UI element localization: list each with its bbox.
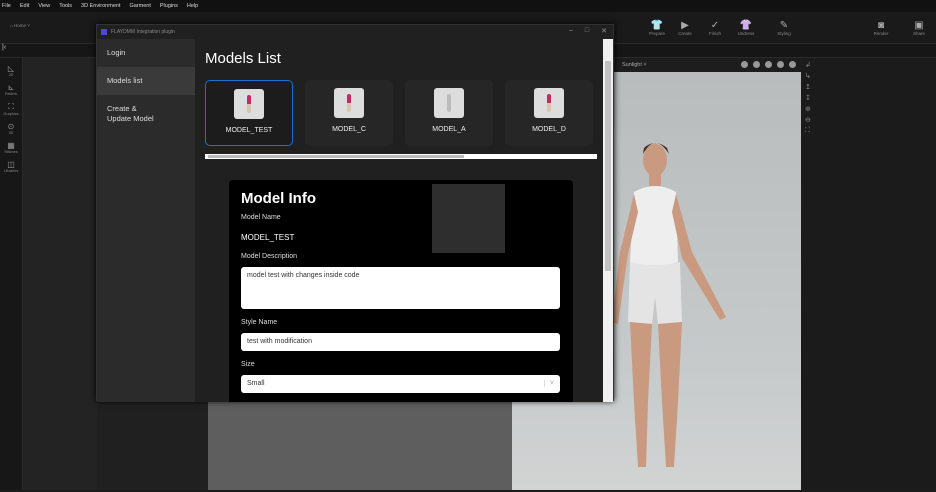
sidebar-item-stitches[interactable]: ▦ Stitches [0,141,22,154]
pattern-icon: ⊾ [7,83,15,92]
left-panel [23,58,97,490]
view-icon[interactable] [765,61,772,68]
undo-icon[interactable]: ↲ [805,61,936,69]
plugin-vertical-scrollbar[interactable] [603,39,613,402]
minimize-icon[interactable]: – [569,27,573,35]
models-horizontal-scrollbar[interactable] [205,154,597,159]
sidebar-item-pattern[interactable]: ⊾ Pattern [0,83,22,96]
view-icon[interactable] [753,61,760,68]
share-button[interactable]: ▣ Share [902,20,936,36]
size-label: Size [241,361,255,368]
model-name-value: MODEL_TEST [241,233,295,242]
2d-icon: ◺ [7,64,15,73]
sidebar-item-libraries[interactable]: ◫ Libraries [0,160,22,173]
graphics-icon: ⛶ [8,102,14,111]
model-thumbnail [534,88,564,118]
collapse-icon[interactable]: |‹ [2,44,6,51]
menu-bar: File Edit View Tools 3D Environment Garm… [0,0,936,12]
model-card-model-test[interactable]: MODEL_TEST [205,80,293,146]
model-description-label: Model Description [241,253,298,260]
sidebar-item-2d[interactable]: ◺ 2D [0,64,22,77]
size-select[interactable]: Small ˅ [241,375,560,393]
page-title: Models List [205,50,281,67]
model-name-label: Model Name [241,214,281,221]
model-thumbnail [234,89,264,119]
lighting-dropdown[interactable]: Sunlight ˅ [622,62,647,68]
plugin-nav: Login Models list Create & Update Model [97,39,195,402]
view-icon[interactable] [777,61,784,68]
render-button[interactable]: ◙ Render [864,20,898,36]
style-name-label: Style Name [241,319,278,326]
maximize-icon[interactable]: □ [585,27,589,35]
camera-icon: ◙ [877,20,885,31]
create-button[interactable]: ▶ Create [668,20,702,36]
menu-view[interactable]: View [38,3,50,9]
sidebar-item-3d[interactable]: ⊙ 3D [0,122,22,135]
fit-icon[interactable]: ⛶ [805,127,936,135]
nav-login[interactable]: Login [97,39,195,67]
check-icon: ✓ [710,20,720,31]
book-icon: ◫ [7,160,15,169]
chevron-down-icon: ˅ [543,380,554,387]
3d-icon: ⊙ [7,122,15,131]
icon-sidebar: ◺ 2D ⊾ Pattern ⛶ Graphics ⊙ 3D ▦ Stitches ◫ Li… [0,58,23,490]
share-icon: ▣ [914,20,924,31]
scrollbar-thumb[interactable] [605,61,611,271]
model-info-title: Model Info [241,190,316,207]
menu-help[interactable]: Help [187,3,198,9]
tshirt-icon: 👚 [739,20,753,31]
menu-file[interactable]: File [2,3,11,9]
style-name-input[interactable]: test with modification [241,333,560,351]
sidebar-item-graphics[interactable]: ⛶ Graphics [0,102,22,116]
grid-icon: ▦ [7,141,15,150]
brush-icon: ✎ [779,20,789,31]
plugin-logo-icon [101,29,107,35]
model-card-model-c[interactable]: MODEL_C [305,80,393,146]
play-icon: ▶ [681,20,689,31]
menu-plugins[interactable]: Plugins [160,3,178,9]
plugin-window: FLAYDMM Integration plugin – □ ✕ Login Mod… [96,24,614,402]
model-card-model-d[interactable]: MODEL_D [505,80,593,146]
menu-3d-environment[interactable]: 3D Environment [81,3,120,9]
close-icon[interactable]: ✕ [601,27,607,35]
finish-button[interactable]: ✓ Finish [698,20,732,36]
arrow-down-icon[interactable]: ↧ [805,94,936,102]
view-icon[interactable] [741,61,748,68]
zoom-in-icon[interactable]: ⊕ [805,105,936,113]
nav-create-update-model[interactable]: Create & Update Model [97,95,167,133]
menu-edit[interactable]: Edit [20,3,29,9]
redo-icon[interactable]: ↳ [805,72,936,80]
plugin-main: Models List MODEL_TEST MODEL_C MODEL_A M… [195,39,605,402]
home-button[interactable]: ⌂ Home ˅ [0,23,40,28]
viewport-tools [741,61,796,68]
styling-button[interactable]: ✎ Styling [767,20,801,36]
arrow-up-icon[interactable]: ↥ [805,83,936,91]
model-info-panel: Model Info Model Name MODEL_TEST Model D… [229,180,573,402]
model-thumbnail [334,88,364,118]
menu-tools[interactable]: Tools [59,3,72,9]
nav-models-list[interactable]: Models list [97,67,195,95]
undress-button[interactable]: 👚 Undress [729,20,763,36]
model-image-placeholder [432,184,505,253]
model-description-textarea[interactable]: model test with changes inside code [241,267,560,309]
model-card-model-a[interactable]: MODEL_A [405,80,493,146]
view-icon[interactable] [789,61,796,68]
zoom-out-icon[interactable]: ⊖ [805,116,936,124]
menu-garment[interactable]: Garment [129,3,150,9]
model-thumbnail [434,88,464,118]
scrollbar-thumb[interactable] [208,155,464,158]
2d-viewport-floor [208,400,512,490]
plugin-title-bar[interactable]: FLAYDMM Integration plugin – □ ✕ [97,25,613,39]
right-tool-column: ↲ ↳ ↥ ↧ ⊕ ⊖ ⛶ [801,58,936,490]
